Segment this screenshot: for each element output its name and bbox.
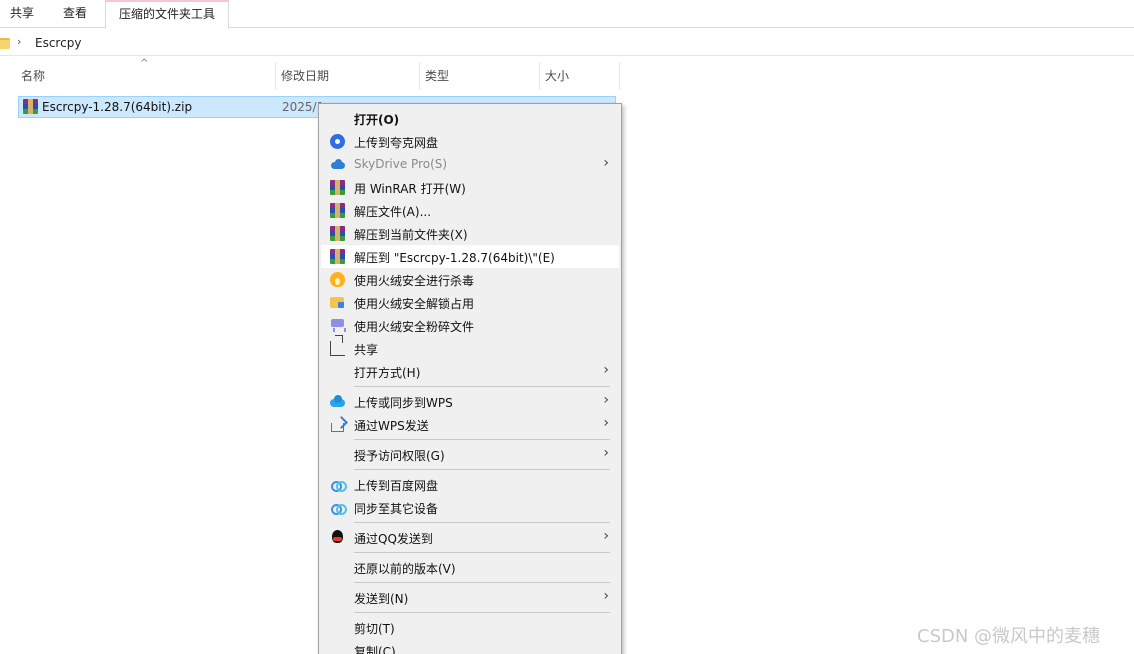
- menu-item-label: 打开方式(H): [354, 366, 421, 380]
- menu-item-label: 打开(O): [354, 113, 400, 127]
- context-menu: 打开(O) 上传到夸克网盘 SkyDrive Pro(S) › 用 WinRAR…: [318, 103, 622, 654]
- menu-item-copy[interactable]: 复制(C): [321, 639, 619, 654]
- menu-item-label: 上传到夸克网盘: [354, 136, 439, 150]
- tab-view[interactable]: 查看: [63, 0, 87, 28]
- winrar-archive-icon: [23, 99, 38, 114]
- menu-separator: [354, 386, 610, 387]
- folder-icon: [0, 38, 10, 49]
- menu-item-send-to[interactable]: 发送到(N) ›: [321, 586, 619, 609]
- menu-item-wps-send[interactable]: 通过WPS发送 ›: [321, 413, 619, 436]
- menu-item-label: 上传到百度网盘: [354, 479, 439, 493]
- csdn-watermark: CSDN @微风中的麦穗: [917, 626, 1101, 647]
- ribbon-tab-bar: 共享 查看 压缩的文件夹工具: [0, 0, 1134, 29]
- menu-item-label: 使用火绒安全粉碎文件: [354, 320, 475, 334]
- folder-lock-icon: [330, 295, 345, 310]
- menu-item-label: 剪切(T): [354, 622, 395, 636]
- qq-icon: [330, 530, 345, 545]
- menu-item-extract-files[interactable]: 解压文件(A)...: [321, 199, 619, 222]
- winrar-icon: [330, 203, 345, 218]
- wps-send-icon: [330, 417, 345, 432]
- column-header-date[interactable]: 修改日期: [276, 62, 420, 90]
- menu-separator: [354, 612, 610, 613]
- menu-item-grant-access[interactable]: 授予访问权限(G) ›: [321, 443, 619, 466]
- submenu-arrow-icon: ›: [603, 155, 609, 171]
- shredder-icon: [330, 318, 346, 333]
- submenu-arrow-icon: ›: [603, 528, 609, 544]
- tab-compressed-folder-tools[interactable]: 压缩的文件夹工具: [105, 0, 229, 29]
- menu-item-send-via-qq[interactable]: 通过QQ发送到 ›: [321, 526, 619, 549]
- skydrive-cloud-icon: [330, 157, 345, 172]
- column-header-size[interactable]: 大小: [540, 62, 620, 90]
- menu-item-label: 共享: [354, 343, 379, 357]
- menu-item-cut[interactable]: 剪切(T): [321, 616, 619, 639]
- menu-item-upload-quark[interactable]: 上传到夸克网盘: [321, 130, 619, 153]
- menu-item-share[interactable]: 共享: [321, 337, 619, 360]
- column-header-type[interactable]: 类型: [420, 62, 540, 90]
- menu-separator: [354, 469, 610, 470]
- menu-item-open-with[interactable]: 打开方式(H) ›: [321, 360, 619, 383]
- menu-item-label: 解压到当前文件夹(X): [354, 228, 468, 242]
- menu-item-extract-to-folder[interactable]: 解压到 "Escrcpy-1.28.7(64bit)\"(E): [321, 245, 619, 268]
- winrar-icon: [330, 249, 345, 264]
- menu-item-label: 发送到(N): [354, 592, 409, 606]
- menu-item-label: 还原以前的版本(V): [354, 562, 456, 576]
- menu-item-label: 解压文件(A)...: [354, 205, 432, 219]
- menu-separator: [354, 439, 610, 440]
- tab-share[interactable]: 共享: [10, 0, 34, 28]
- column-header-type-label: 类型: [425, 69, 450, 83]
- submenu-arrow-icon: ›: [603, 362, 609, 378]
- wps-cloud-icon: [330, 394, 345, 409]
- submenu-arrow-icon: ›: [603, 392, 609, 408]
- baidu-netdisk-icon: [330, 500, 347, 515]
- menu-item-huorong-unlock[interactable]: 使用火绒安全解锁占用: [321, 291, 619, 314]
- menu-item-label: 解压到 "Escrcpy-1.28.7(64bit)\"(E): [354, 251, 555, 265]
- submenu-arrow-icon: ›: [603, 445, 609, 461]
- menu-item-huorong-shred[interactable]: 使用火绒安全粉碎文件: [321, 314, 619, 337]
- submenu-arrow-icon: ›: [603, 588, 609, 604]
- menu-item-open[interactable]: 打开(O): [321, 107, 619, 130]
- menu-item-open-with-winrar[interactable]: 用 WinRAR 打开(W): [321, 176, 619, 199]
- column-header-name[interactable]: 名称: [16, 62, 276, 90]
- menu-item-extract-here[interactable]: 解压到当前文件夹(X): [321, 222, 619, 245]
- menu-item-label: 用 WinRAR 打开(W): [354, 182, 466, 196]
- menu-separator: [354, 582, 610, 583]
- menu-item-label: 同步至其它设备: [354, 502, 439, 516]
- winrar-icon: [330, 180, 345, 195]
- breadcrumb-current[interactable]: Escrcpy: [35, 36, 81, 50]
- menu-item-upload-baidu[interactable]: 上传到百度网盘: [321, 473, 619, 496]
- menu-separator: [354, 522, 610, 523]
- quark-icon: [330, 134, 345, 149]
- menu-item-label: 通过QQ发送到: [354, 532, 433, 546]
- menu-item-label: 使用火绒安全进行杀毒: [354, 274, 475, 288]
- menu-item-label: 通过WPS发送: [354, 419, 429, 433]
- menu-item-skydrive-pro[interactable]: SkyDrive Pro(S) ›: [321, 153, 619, 176]
- menu-item-sync-devices[interactable]: 同步至其它设备: [321, 496, 619, 519]
- menu-item-wps-sync[interactable]: 上传或同步到WPS ›: [321, 390, 619, 413]
- menu-item-label: 上传或同步到WPS: [354, 396, 453, 410]
- column-header-name-label: 名称: [21, 69, 46, 83]
- address-bar[interactable]: › Escrcpy: [0, 32, 1134, 56]
- baidu-netdisk-icon: [330, 477, 347, 492]
- submenu-arrow-icon: ›: [603, 415, 609, 431]
- menu-item-label: 使用火绒安全解锁占用: [354, 297, 475, 311]
- huorong-fire-icon: [330, 272, 345, 287]
- menu-separator: [354, 552, 610, 553]
- column-header-size-label: 大小: [545, 69, 570, 83]
- menu-item-label: SkyDrive Pro(S): [354, 157, 448, 171]
- menu-item-restore-previous[interactable]: 还原以前的版本(V): [321, 556, 619, 579]
- share-icon: [330, 341, 345, 356]
- menu-item-label: 授予访问权限(G): [354, 449, 445, 463]
- menu-item-huorong-scan[interactable]: 使用火绒安全进行杀毒: [321, 268, 619, 291]
- menu-item-label: 复制(C): [354, 645, 396, 654]
- chevron-right-icon[interactable]: ›: [17, 35, 21, 48]
- winrar-icon: [330, 226, 345, 241]
- column-header-date-label: 修改日期: [281, 69, 330, 83]
- file-name: Escrcpy-1.28.7(64bit).zip: [42, 100, 193, 114]
